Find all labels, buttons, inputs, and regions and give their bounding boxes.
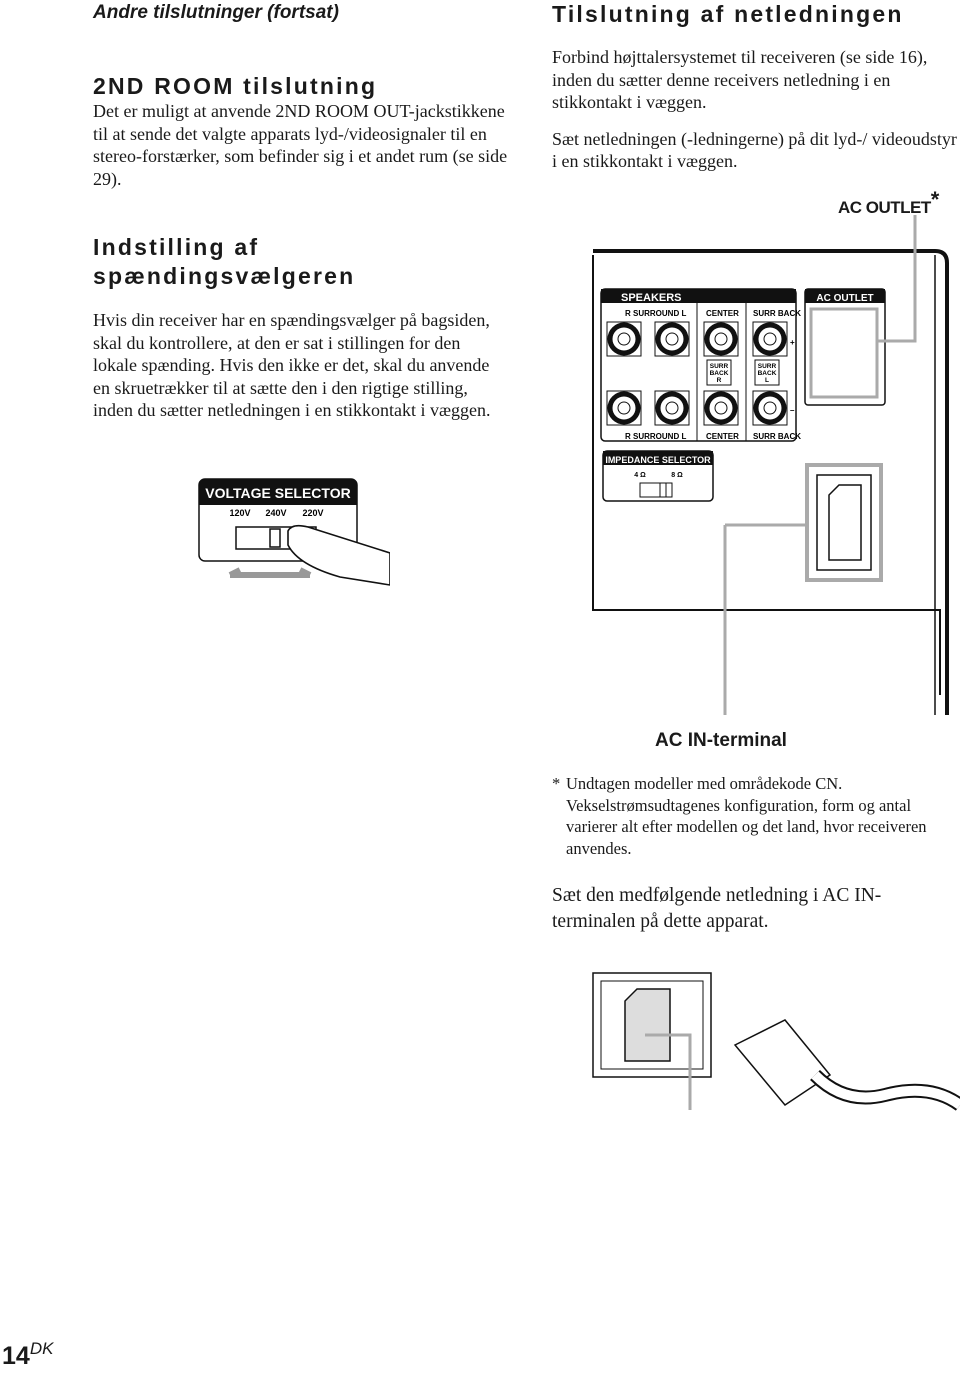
rear-panel-figure: SPEAKERS R SURROUND L CENTER SURR BACK R… — [592, 215, 949, 715]
surr-back-bottom: SURR BACK — [753, 432, 801, 441]
power-cord-para1: Forbind højttalersystemet til receiveren… — [552, 47, 928, 113]
voltage-selector-figure: VOLTAGE SELECTOR 120V 240V 220V — [198, 478, 390, 586]
room-heading: 2ND ROOM tilslutning — [93, 73, 378, 99]
power-cord-para2: Sæt netledningen (-ledningerne) på dit l… — [552, 128, 957, 172]
impedance-label: IMPEDANCE SELECTOR — [605, 455, 711, 465]
surr-back-l-1: SURR — [758, 363, 777, 370]
surr-back-r-3: R — [717, 377, 722, 384]
option-120v: 120V — [229, 508, 250, 518]
footnote-text: Undtagen modeller med områdekode CN. Vek… — [566, 774, 927, 858]
speakers-label: SPEAKERS — [621, 292, 682, 304]
power-cord-para3: Sæt den medfølgende netledning i AC IN-t… — [552, 885, 882, 932]
voltage-text: Hvis din receiver har en spændingsvælger… — [93, 310, 491, 421]
section-header: Andre tilslutninger (fortsat) — [93, 2, 339, 23]
plus-sign: + — [790, 338, 795, 347]
voltage-heading: Indstilling af spændingsvælgeren — [93, 233, 355, 291]
voltage-body: Hvis din receiver har en spændingsvælger… — [93, 309, 508, 422]
room-text: Det er muligt at anvende 2ND ROOM OUT-ja… — [93, 101, 508, 189]
voltage-heading-line1: Indstilling af — [93, 234, 260, 260]
voltage-heading-line2: spændingsvælgeren — [93, 263, 356, 289]
footnote: * Undtagen modeller med områdekode CN. V… — [552, 773, 952, 859]
surr-back-r-2: BACK — [710, 370, 729, 377]
page-suffix: DK — [29, 1339, 54, 1358]
room-body: Det er muligt at anvende 2ND ROOM OUT-ja… — [93, 100, 508, 190]
page-number: 14DK — [2, 1339, 54, 1371]
voltage-selector-label: VOLTAGE SELECTOR — [205, 485, 350, 501]
imp-4: 4 Ω — [634, 472, 646, 479]
minus-sign: – — [790, 406, 795, 415]
power-cord-heading: Tilslutning af netledningen — [552, 1, 904, 27]
center-bottom: CENTER — [706, 432, 739, 441]
center-top: CENTER — [706, 309, 739, 318]
option-240v: 240V — [265, 508, 286, 518]
surr-back-l-3: L — [765, 377, 769, 384]
surr-back-l-2: BACK — [758, 370, 777, 377]
power-plug-figure — [592, 972, 960, 1111]
option-220v: 220V — [302, 508, 323, 518]
surr-back-top: SURR BACK — [753, 309, 801, 318]
footnote-mark: * — [552, 774, 561, 793]
imp-8: 8 Ω — [671, 472, 683, 479]
power-cord-body: Forbind højttalersystemet til receiveren… — [552, 46, 960, 173]
page-number-value: 14 — [2, 1342, 30, 1370]
surr-back-r-1: SURR — [710, 363, 729, 370]
r-surround-l-top: R SURROUND L — [625, 309, 686, 318]
asterisk: * — [930, 187, 940, 212]
ac-in-label: AC IN-terminal — [655, 730, 787, 751]
r-surround-l-bottom: R SURROUND L — [625, 432, 686, 441]
ac-outlet-label: AC OUTLET — [816, 293, 873, 304]
